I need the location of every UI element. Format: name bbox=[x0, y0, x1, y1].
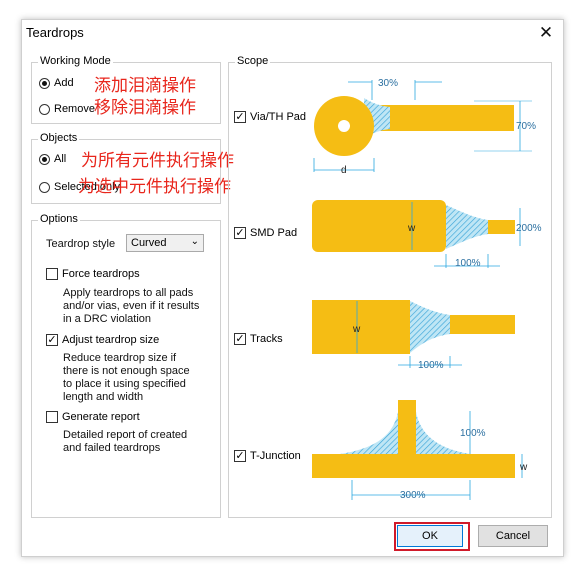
tracks-wide bbox=[312, 300, 410, 354]
tjunction-w-label: w bbox=[519, 462, 528, 473]
via-hole bbox=[338, 120, 350, 132]
teardrops-dialog: Teardrops ✕ Working Mode Add Remove Obje… bbox=[21, 19, 564, 557]
tjunction-vertical bbox=[398, 400, 416, 454]
smd-length-label: 100% bbox=[455, 258, 481, 269]
tracks-teardrop bbox=[410, 301, 450, 353]
cancel-button[interactable]: Cancel bbox=[478, 525, 548, 547]
tjunction-height-label: 100% bbox=[460, 428, 486, 439]
tjunction-horizontal bbox=[312, 454, 515, 478]
smd-w-label: w bbox=[407, 223, 416, 234]
tjunction-teardrop-left bbox=[340, 412, 398, 454]
tracks-w-label: w bbox=[352, 324, 361, 335]
smd-teardrop bbox=[446, 205, 488, 249]
smd-width-label: 200% bbox=[516, 223, 542, 234]
via-diagram: 30% 70% d bbox=[313, 78, 536, 176]
scope-illustrations: 30% 70% d w 200% 100% w 100% 100% w 300% bbox=[312, 78, 542, 501]
tjunction-diagram: 100% w 300% bbox=[312, 400, 528, 501]
via-length-label: 30% bbox=[378, 78, 398, 89]
tracks-diagram: w 100% bbox=[312, 300, 515, 371]
smd-pad bbox=[312, 200, 446, 252]
via-d-label: d bbox=[341, 165, 347, 176]
tracks-length-label: 100% bbox=[418, 360, 444, 371]
via-width-label: 70% bbox=[516, 121, 536, 132]
ok-button[interactable]: OK bbox=[397, 525, 463, 547]
tjunction-length-label: 300% bbox=[400, 490, 426, 501]
smd-diagram: w 200% 100% bbox=[312, 200, 542, 269]
